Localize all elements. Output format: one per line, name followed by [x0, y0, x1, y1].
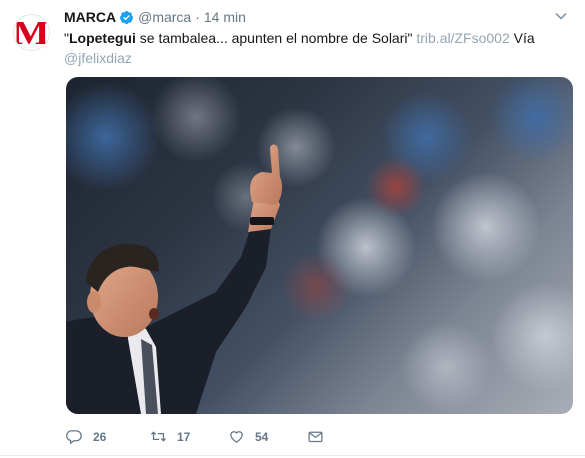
direct-message-action[interactable]	[307, 428, 324, 445]
tweet-link[interactable]: trib.al/ZFso002	[416, 30, 509, 46]
tweet-text: "Lopetegui se tambalea... apunten el nom…	[64, 28, 564, 68]
tweet-card[interactable]: M MARCA @marca · 14 min "Lopetegui se ta…	[0, 0, 585, 458]
separator-dot: ·	[195, 9, 200, 25]
direct-message-icon	[308, 431, 323, 443]
tweet-header: MARCA @marca · 14 min	[64, 8, 246, 26]
avatar[interactable]: M	[13, 14, 50, 51]
mention-link[interactable]: @jfelixdiaz	[64, 50, 132, 66]
tweet-text-bold: Lopetegui	[68, 30, 136, 46]
reply-icon	[66, 430, 82, 445]
tweet-text-body: se tambalea... apunten el nombre de Sola…	[135, 30, 417, 46]
caret-down-icon[interactable]	[555, 12, 567, 20]
divider	[0, 455, 585, 456]
like-count: 54	[255, 429, 269, 444]
like-icon	[230, 431, 243, 443]
author-handle[interactable]: @marca	[138, 8, 191, 26]
retweet-action[interactable]: 17	[150, 428, 190, 445]
coach-pointing-up-photo	[66, 77, 573, 414]
reply-action[interactable]: 26	[66, 428, 106, 445]
avatar-logo: M	[13, 14, 50, 51]
tweet-photo[interactable]	[66, 77, 573, 414]
reply-count: 26	[93, 429, 107, 444]
verified-badge-icon	[120, 10, 134, 24]
author-name[interactable]: MARCA	[64, 8, 116, 26]
retweet-icon	[150, 431, 167, 442]
tweet-text-via: Vía	[509, 30, 535, 46]
timestamp[interactable]: 14 min	[204, 8, 246, 26]
like-action[interactable]: 54	[228, 428, 268, 445]
retweet-count: 17	[177, 429, 191, 444]
